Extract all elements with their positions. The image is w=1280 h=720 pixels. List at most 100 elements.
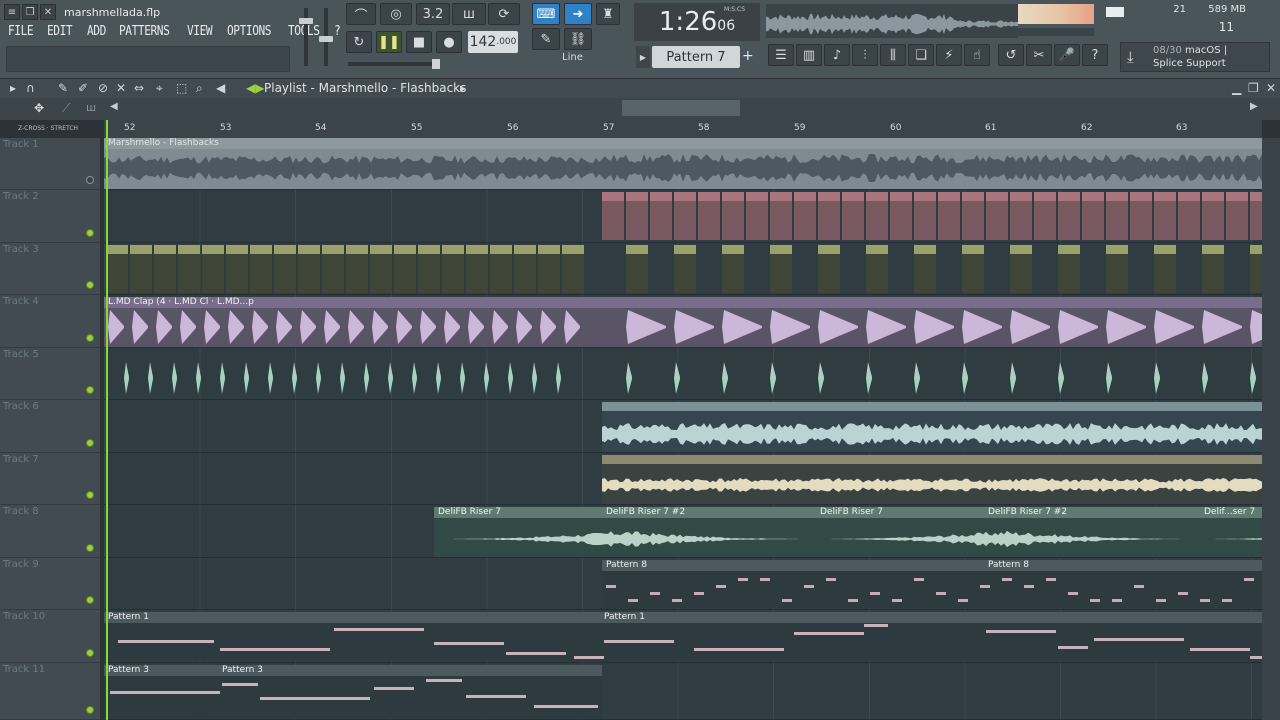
playhead[interactable] bbox=[106, 120, 108, 720]
audio-clip[interactable] bbox=[770, 192, 792, 240]
audio-clip[interactable] bbox=[890, 192, 912, 240]
metronome-icon[interactable]: ⌒ bbox=[346, 3, 376, 25]
track-lane-10[interactable]: Pattern 1 Pattern 1 bbox=[104, 610, 1262, 663]
audio-clip[interactable] bbox=[298, 245, 320, 293]
loop-mode-icon[interactable]: ↻ bbox=[346, 31, 372, 53]
channel-rack-icon[interactable]: ▥ bbox=[796, 44, 822, 66]
audio-clip[interactable] bbox=[722, 245, 744, 293]
mixer-icon[interactable]: ⫶ bbox=[852, 44, 878, 66]
mute-tool-icon[interactable]: ✕ bbox=[116, 81, 126, 95]
audio-clip[interactable] bbox=[442, 245, 464, 293]
audio-clip[interactable] bbox=[154, 245, 176, 293]
add-pattern-button[interactable]: + bbox=[742, 48, 754, 64]
brush-tool-icon[interactable]: ✎ bbox=[532, 28, 560, 50]
audio-clip[interactable] bbox=[842, 192, 864, 240]
audio-clip[interactable] bbox=[1250, 245, 1262, 293]
browser-icon[interactable]: ❏ bbox=[908, 44, 934, 66]
menu-lines-icon[interactable]: ≡ bbox=[4, 4, 20, 20]
playlist-arrow-icon[interactable]: ◀▶ bbox=[246, 81, 264, 95]
track-header[interactable]: Track 11 bbox=[0, 663, 100, 720]
audio-clip[interactable] bbox=[722, 192, 744, 240]
audio-clip[interactable] bbox=[962, 192, 984, 240]
pattern-selector[interactable]: Pattern 7 bbox=[652, 46, 740, 68]
audio-clip[interactable] bbox=[322, 245, 344, 293]
slice-tool-icon[interactable]: ⌖ bbox=[156, 81, 163, 96]
track-resize-icon[interactable]: ✥ bbox=[34, 101, 44, 115]
typing-keyboard-icon[interactable]: ⌨ bbox=[532, 3, 560, 25]
snap-arrow-icon[interactable]: ➜ bbox=[564, 3, 592, 25]
audio-clip[interactable] bbox=[562, 245, 584, 293]
scroll-right-icon[interactable]: ▶ bbox=[1250, 101, 1258, 112]
audio-clip[interactable] bbox=[418, 245, 440, 293]
track-lane-7[interactable] bbox=[104, 453, 1262, 505]
playlist-window-icon[interactable]: ☰ bbox=[768, 44, 794, 66]
audio-clip[interactable] bbox=[394, 245, 416, 293]
metronome-bell-icon[interactable]: ♜ bbox=[596, 3, 620, 25]
audio-clip[interactable] bbox=[1058, 192, 1080, 240]
audio-clip[interactable] bbox=[250, 245, 272, 293]
scroll-left-icon[interactable]: ◀ bbox=[110, 101, 118, 112]
step-edit-icon[interactable]: ш bbox=[452, 3, 486, 25]
link-channels-icon[interactable]: ⟋ bbox=[62, 101, 70, 116]
track-header[interactable]: Track 7 bbox=[0, 453, 100, 505]
slip-tool-icon[interactable]: ⇔ bbox=[134, 81, 144, 95]
audio-clip[interactable] bbox=[866, 245, 888, 293]
link-icon[interactable]: ⛓ bbox=[564, 28, 592, 50]
audio-clip[interactable] bbox=[1010, 245, 1032, 293]
piano-roll-icon[interactable]: ♪ bbox=[824, 44, 850, 66]
maximize-icon[interactable]: ❐ bbox=[1248, 81, 1259, 95]
audio-clip[interactable]: DeliFB Riser 7 DeliFB Riser 7 #2 DeliFB … bbox=[434, 507, 1262, 557]
track-header[interactable]: Track 9 bbox=[0, 558, 100, 610]
snap-mode-select[interactable]: Line bbox=[562, 52, 583, 63]
audio-clip[interactable] bbox=[1154, 192, 1176, 240]
track-mute-led[interactable] bbox=[86, 439, 94, 447]
menu-edit[interactable]: EDIT bbox=[47, 24, 73, 39]
audio-clip[interactable] bbox=[274, 245, 296, 293]
wait-record-icon[interactable]: ◎ bbox=[380, 3, 412, 25]
microphone-icon[interactable]: 🎤 bbox=[1054, 44, 1080, 66]
countdown-icon[interactable]: 3.2 bbox=[416, 3, 450, 25]
mixer-faders-icon[interactable]: ⫼ bbox=[880, 44, 906, 66]
menu-help[interactable]: ? bbox=[334, 24, 341, 39]
pattern-clip[interactable]: Pattern 3 Pattern 3 bbox=[104, 665, 602, 718]
audio-clip[interactable] bbox=[986, 192, 1008, 240]
timeline-ruler[interactable]: 52 53 54 55 56 57 58 59 60 61 62 63 bbox=[104, 120, 1262, 138]
audio-clip[interactable] bbox=[1250, 192, 1262, 240]
audio-clip[interactable] bbox=[466, 245, 488, 293]
audio-clip[interactable] bbox=[490, 245, 512, 293]
magnet-snap-icon[interactable]: ∩ bbox=[26, 81, 35, 95]
help-icon[interactable]: ? bbox=[1082, 44, 1108, 66]
audio-clip[interactable] bbox=[1082, 192, 1104, 240]
audio-clip[interactable] bbox=[626, 192, 648, 240]
audio-clip[interactable] bbox=[1058, 245, 1080, 293]
menu-options[interactable]: OPTIONS bbox=[227, 24, 272, 39]
audio-clip[interactable]: Marshmello - Flashbacks bbox=[104, 138, 1262, 189]
pause-button[interactable]: ❚❚ bbox=[376, 31, 402, 53]
audio-clip[interactable] bbox=[818, 192, 840, 240]
audio-clip[interactable] bbox=[1106, 192, 1128, 240]
audio-clip[interactable] bbox=[538, 245, 560, 293]
plugin-icon[interactable]: ⚡ bbox=[936, 44, 962, 66]
audio-clip[interactable] bbox=[674, 192, 696, 240]
audio-clip[interactable] bbox=[698, 192, 720, 240]
track-mute-led[interactable] bbox=[86, 649, 94, 657]
position-slider[interactable] bbox=[348, 59, 440, 69]
track-lane-3[interactable] bbox=[104, 243, 1262, 295]
vertical-scrollbar[interactable] bbox=[1262, 138, 1280, 720]
tempo-display[interactable]: 142.000 bbox=[468, 31, 518, 53]
audio-clip[interactable] bbox=[1178, 192, 1200, 240]
title-chevron-icon[interactable]: ▸ bbox=[460, 81, 466, 95]
menu-patterns[interactable]: PATTERNS bbox=[119, 24, 170, 39]
touch-controller-icon[interactable]: ☝ bbox=[964, 44, 990, 66]
audio-clip[interactable] bbox=[770, 245, 792, 293]
track-lane-4[interactable]: L.MD Clap (4 · L.MD Cl · L.MD...p bbox=[104, 295, 1262, 348]
track-mute-led[interactable] bbox=[86, 334, 94, 342]
track-lane-11[interactable]: Pattern 3 Pattern 3 bbox=[104, 663, 1262, 720]
zoom-tool-icon[interactable]: ⌕ bbox=[196, 81, 203, 96]
track-mute-led[interactable] bbox=[86, 281, 94, 289]
audio-clip[interactable] bbox=[626, 245, 648, 293]
audio-clip[interactable] bbox=[818, 245, 840, 293]
audio-clip[interactable] bbox=[1154, 245, 1176, 293]
audio-clip[interactable] bbox=[106, 245, 128, 293]
playlist-menu-icon[interactable]: ▸ bbox=[10, 81, 16, 95]
